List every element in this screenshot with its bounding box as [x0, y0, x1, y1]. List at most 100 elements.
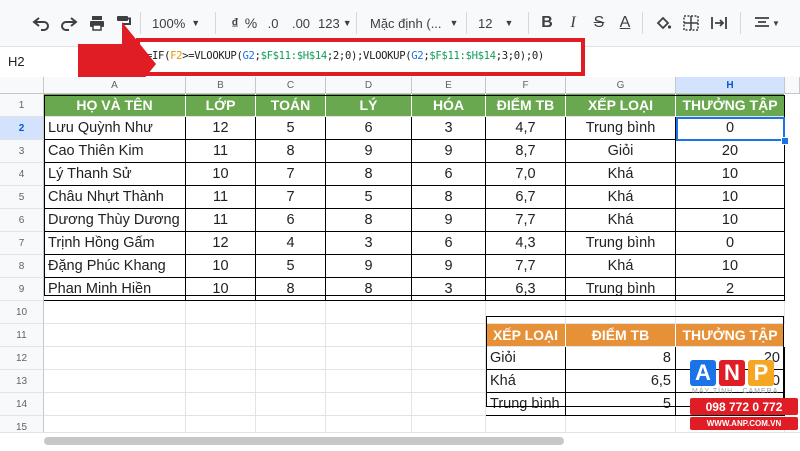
main-table-cell[interactable]: 4 — [256, 232, 326, 255]
main-table-cell[interactable]: 10 — [186, 278, 256, 301]
empty-cell[interactable] — [566, 301, 676, 324]
empty-cell[interactable] — [44, 324, 186, 347]
lookup-table-cell[interactable]: Giỏi — [486, 347, 566, 370]
formula-input[interactable]: =IF(F2>=VLOOKUP(G2;$F$11:$H$14;2;0);VLOO… — [146, 50, 544, 62]
empty-cell[interactable] — [412, 347, 486, 370]
horizontal-align-icon[interactable]: ▼ — [752, 8, 782, 38]
font-family-select[interactable]: Mặc định (... ▼ — [370, 11, 462, 35]
main-table-cell[interactable]: 7 — [256, 186, 326, 209]
lookup-table-cell[interactable]: 8 — [566, 347, 676, 370]
main-table-cell[interactable]: 2 — [676, 278, 785, 301]
main-table-cell[interactable]: 8 — [326, 278, 412, 301]
fill-color-icon[interactable] — [652, 8, 674, 38]
empty-cell[interactable] — [412, 324, 486, 347]
main-table-cell[interactable]: 10 — [676, 209, 785, 232]
empty-cell[interactable] — [186, 347, 256, 370]
row-header-10[interactable]: 10 — [0, 301, 44, 324]
main-table-header-cell[interactable]: TOÁN — [256, 94, 326, 117]
strikethrough-button[interactable]: S — [588, 8, 610, 38]
main-table-cell[interactable]: 20 — [676, 140, 785, 163]
column-header-c[interactable]: C — [256, 77, 326, 94]
empty-cell[interactable] — [256, 347, 326, 370]
main-table-header-cell[interactable]: HÓA — [412, 94, 486, 117]
main-table-cell[interactable]: 6,3 — [486, 278, 566, 301]
main-table-header-cell[interactable]: XẾP LOẠI — [566, 94, 676, 117]
main-table-cell[interactable]: 8 — [326, 209, 412, 232]
column-header-d[interactable]: D — [326, 77, 412, 94]
empty-cell[interactable] — [186, 370, 256, 393]
empty-cell[interactable] — [256, 370, 326, 393]
main-table-cell[interactable]: 7,0 — [486, 163, 566, 186]
row-header-8[interactable]: 8 — [0, 255, 44, 278]
empty-cell[interactable] — [412, 301, 486, 324]
main-table-cell[interactable]: 8 — [256, 140, 326, 163]
empty-cell[interactable] — [44, 347, 186, 370]
row-header-12[interactable]: 12 — [0, 347, 44, 370]
main-table-cell[interactable]: Châu Nhựt Thành — [44, 186, 186, 209]
main-table-cell[interactable]: 10 — [676, 186, 785, 209]
empty-cell[interactable] — [326, 347, 412, 370]
empty-cell[interactable] — [44, 301, 186, 324]
row-header-1[interactable]: 1 — [0, 94, 44, 117]
name-box[interactable]: H2 — [8, 54, 25, 69]
row-header-3[interactable]: 3 — [0, 140, 44, 163]
empty-cell[interactable] — [44, 370, 186, 393]
lookup-table-cell[interactable]: Khá — [486, 370, 566, 393]
column-header-e[interactable]: E — [412, 77, 486, 94]
lookup-table-header-cell[interactable]: ĐIỂM TB — [566, 324, 676, 347]
increase-decimal-button[interactable]: .00 — [286, 8, 316, 38]
main-table-cell[interactable]: Đặng Phúc Khang — [44, 255, 186, 278]
row-header-14[interactable]: 14 — [0, 393, 44, 416]
main-table-cell[interactable]: 8 — [256, 278, 326, 301]
empty-cell[interactable] — [44, 393, 186, 416]
main-table-cell[interactable]: 7,7 — [486, 209, 566, 232]
main-table-cell[interactable]: 12 — [186, 232, 256, 255]
main-table-cell[interactable]: Lưu Quỳnh Như — [44, 117, 186, 140]
row-header-4[interactable]: 4 — [0, 163, 44, 186]
main-table-cell[interactable]: 5 — [256, 117, 326, 140]
more-formats-select[interactable]: 123 ▼ — [318, 11, 352, 35]
main-table-cell[interactable]: 6 — [412, 163, 486, 186]
empty-cell[interactable] — [256, 324, 326, 347]
main-table-cell[interactable]: 12 — [186, 117, 256, 140]
percent-format-button[interactable]: % — [240, 8, 262, 38]
text-color-button[interactable]: A — [614, 8, 636, 38]
sheet-grid[interactable]: HỌ VÀ TÊN LỚP TOÁN LÝ HÓA ĐIỂM TB XẾP LOẠI THƯỞ… — [44, 94, 800, 439]
main-table-cell[interactable]: Cao Thiên Kim — [44, 140, 186, 163]
lookup-table-header-cell[interactable]: XẾP LOẠI — [486, 324, 566, 347]
row-header-11[interactable]: 11 — [0, 324, 44, 347]
main-table-cell[interactable]: 6,7 — [486, 186, 566, 209]
row-header-7[interactable]: 7 — [0, 232, 44, 255]
main-table-cell[interactable]: 9 — [412, 209, 486, 232]
main-table-header-cell[interactable]: LÝ — [326, 94, 412, 117]
row-header-2[interactable]: 2 — [0, 117, 44, 140]
empty-cell[interactable] — [412, 370, 486, 393]
main-table-cell[interactable]: 10 — [676, 163, 785, 186]
main-table-cell[interactable]: Giỏi — [566, 140, 676, 163]
empty-cell[interactable] — [326, 324, 412, 347]
italic-button[interactable]: I — [562, 8, 584, 38]
main-table-cell[interactable]: 7 — [256, 163, 326, 186]
empty-cell[interactable] — [186, 324, 256, 347]
main-table-cell[interactable]: 11 — [186, 140, 256, 163]
main-table-header-cell[interactable]: HỌ VÀ TÊN — [44, 94, 186, 117]
undo-icon[interactable] — [28, 8, 54, 38]
select-all-corner[interactable] — [0, 77, 44, 94]
zoom-select[interactable]: 100% ▼ — [152, 11, 200, 35]
row-header-9[interactable]: 9 — [0, 278, 44, 301]
main-table-cell[interactable]: 3 — [412, 117, 486, 140]
main-table-cell[interactable]: Lý Thanh Sử — [44, 163, 186, 186]
main-table-cell[interactable]: Khá — [566, 186, 676, 209]
main-table-cell[interactable]: 5 — [256, 255, 326, 278]
column-header-a[interactable]: A — [44, 77, 186, 94]
main-table-cell[interactable]: 5 — [326, 186, 412, 209]
lookup-table-cell[interactable]: 5 — [566, 393, 676, 416]
font-size-select[interactable]: 12 ▼ — [478, 11, 520, 35]
column-header-g[interactable]: G — [566, 77, 676, 94]
main-table-cell[interactable]: 6 — [412, 232, 486, 255]
main-table-cell[interactable]: 10 — [676, 255, 785, 278]
empty-cell[interactable] — [256, 393, 326, 416]
column-header-h[interactable]: H — [676, 77, 785, 94]
main-table-cell[interactable]: Trung bình — [566, 117, 676, 140]
row-header-5[interactable]: 5 — [0, 186, 44, 209]
